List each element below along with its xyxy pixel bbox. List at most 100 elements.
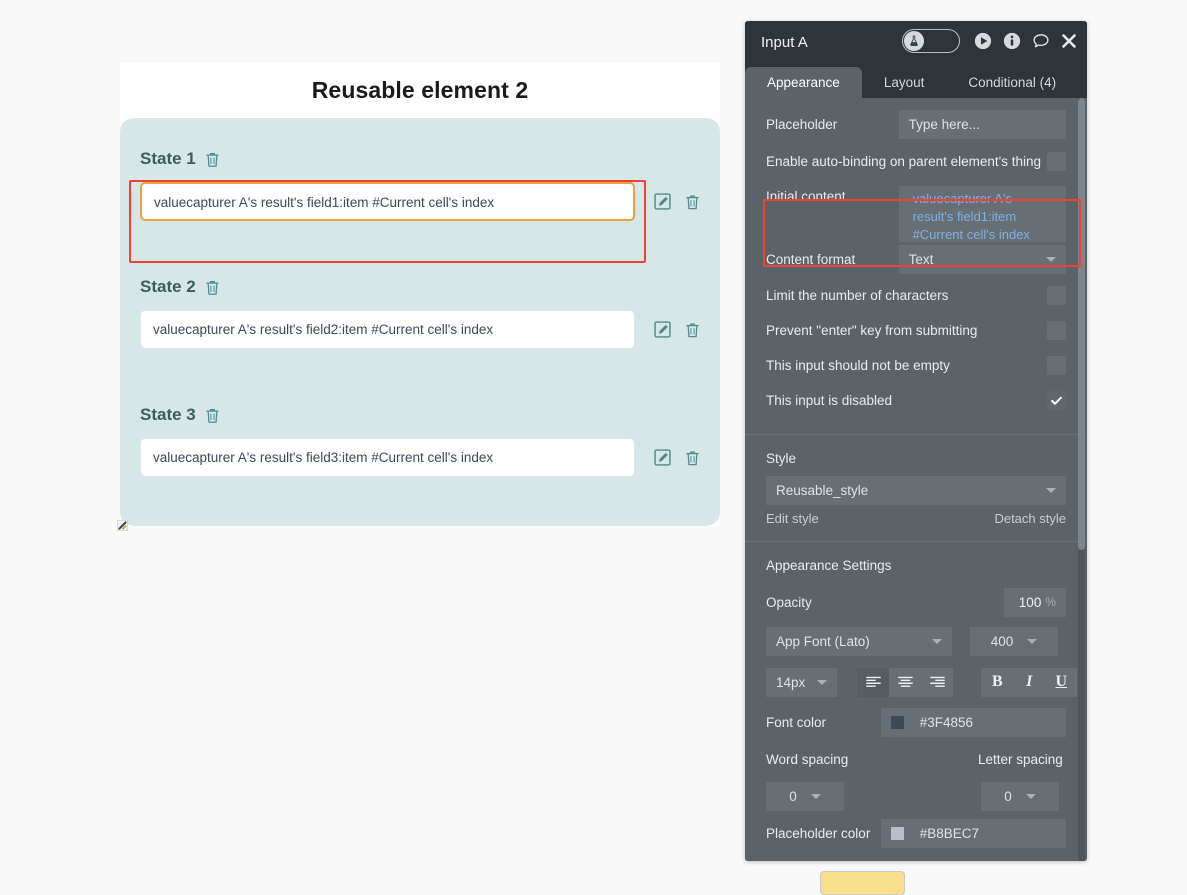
edit-pencil-icon[interactable] xyxy=(654,321,671,338)
tab-appearance[interactable]: Appearance xyxy=(745,67,862,98)
edit-pencil-icon[interactable] xyxy=(654,193,671,210)
row-style-actions: Edit style Detach style xyxy=(745,505,1087,531)
prevent-enter-label: Prevent "enter" key from submitting xyxy=(766,323,978,338)
not-empty-checkbox[interactable] xyxy=(1047,356,1066,375)
trash-icon[interactable] xyxy=(205,407,220,424)
align-left-icon[interactable] xyxy=(857,667,890,697)
info-icon[interactable] xyxy=(1003,32,1021,50)
placeholder-color-input[interactable]: #B8BEC7 xyxy=(880,818,1066,848)
content-format-dropdown[interactable]: Text xyxy=(898,244,1066,274)
limit-chars-checkbox[interactable] xyxy=(1047,286,1066,305)
font-color-input[interactable]: #3F4856 xyxy=(880,707,1066,737)
chevron-down-icon xyxy=(1046,487,1056,493)
row-appearance-heading: Appearance Settings xyxy=(745,546,1087,584)
tab-conditional[interactable]: Conditional (4) xyxy=(946,67,1078,98)
word-spacing-dropdown[interactable]: 0 xyxy=(766,781,844,811)
page-title: Reusable element 2 xyxy=(311,77,529,103)
close-icon[interactable] xyxy=(1061,33,1077,49)
opacity-value: 100 xyxy=(1018,594,1042,610)
state-text-input-1[interactable]: valuecapturer A's result's field1:item #… xyxy=(140,182,635,221)
notification-toast xyxy=(820,871,905,895)
style-value: Reusable_style xyxy=(776,482,869,498)
row-actions-2 xyxy=(654,321,700,339)
row-initial-content: Initial content valuecapturer A's result… xyxy=(745,178,1087,242)
letter-spacing-label: Letter spacing xyxy=(978,751,1063,767)
disabled-label: This input is disabled xyxy=(766,393,893,408)
initial-content-expression[interactable]: valuecapturer A's result's field1:item #… xyxy=(898,186,1066,242)
state-row-2: valuecapturer A's result's field2:item #… xyxy=(140,310,700,349)
prevent-enter-checkbox[interactable] xyxy=(1047,321,1066,340)
tab-layout[interactable]: Layout xyxy=(862,67,947,98)
disabled-checkbox[interactable] xyxy=(1047,391,1066,410)
placeholder-color-label: Placeholder color xyxy=(766,825,871,841)
limit-chars-label: Limit the number of characters xyxy=(766,288,949,303)
align-center-icon[interactable] xyxy=(889,668,921,697)
state-block-2: State 2 valuecapturer A's result's field… xyxy=(140,276,700,349)
edit-style-link[interactable]: Edit style xyxy=(766,511,819,526)
edit-pencil-icon[interactable] xyxy=(654,449,671,466)
text-style-group: B I U xyxy=(981,667,1078,697)
chevron-down-icon xyxy=(810,793,821,799)
row-spacing-inputs: 0 0 xyxy=(745,776,1087,816)
row-font-color: Font color #3F4856 xyxy=(745,702,1087,742)
letter-spacing-dropdown[interactable]: 0 xyxy=(981,781,1059,811)
row-content-format: Content format Text xyxy=(745,240,1087,278)
toggle-knob xyxy=(904,31,924,51)
row-autobinding: Enable auto-binding on parent element's … xyxy=(745,144,1087,178)
comment-icon[interactable] xyxy=(1032,32,1050,50)
row-prevent-enter: Prevent "enter" key from submitting xyxy=(745,313,1087,348)
row-style-heading: Style xyxy=(745,441,1087,475)
font-weight-dropdown[interactable]: 400 xyxy=(970,626,1058,656)
row-disabled: This input is disabled xyxy=(745,383,1087,418)
trash-icon[interactable] xyxy=(205,151,220,168)
state-text-input-3[interactable]: valuecapturer A's result's field3:item #… xyxy=(140,438,635,477)
flask-toggle-icon[interactable] xyxy=(902,29,960,53)
font-size-dropdown[interactable]: 14px xyxy=(766,667,838,697)
font-color-label: Font color xyxy=(766,714,827,730)
style-heading: Style xyxy=(766,450,797,466)
style-dropdown[interactable]: Reusable_style xyxy=(766,475,1066,505)
state-label-1: State 1 xyxy=(140,148,700,170)
font-color-swatch xyxy=(890,715,904,729)
panel-title: Input A xyxy=(761,34,808,51)
italic-button[interactable]: I xyxy=(1013,668,1045,697)
placeholder-color-swatch xyxy=(890,826,904,840)
placeholder-color-value: #B8BEC7 xyxy=(919,825,980,841)
state-row-1: valuecapturer A's result's field1:item #… xyxy=(140,182,700,221)
word-spacing-value: 0 xyxy=(789,788,797,804)
state-label-text-1: State 1 xyxy=(140,149,196,168)
content-format-label: Content format xyxy=(766,251,856,267)
align-right-icon[interactable] xyxy=(921,668,953,697)
font-color-value: #3F4856 xyxy=(919,714,974,730)
resize-handle-icon[interactable] xyxy=(116,518,129,532)
letter-spacing-value: 0 xyxy=(1004,788,1012,804)
placeholder-input[interactable]: Type here... xyxy=(898,109,1066,139)
bold-button[interactable]: B xyxy=(981,668,1013,697)
chevron-down-icon xyxy=(932,638,942,644)
panel-tabs: Appearance Layout Conditional (4) xyxy=(745,67,1087,98)
chevron-down-icon xyxy=(1025,793,1036,799)
chevron-down-icon xyxy=(1027,638,1038,644)
font-family-dropdown[interactable]: App Font (Lato) xyxy=(766,626,952,656)
chevron-down-icon xyxy=(817,679,828,685)
trash-icon[interactable] xyxy=(205,279,220,296)
trash-icon[interactable] xyxy=(685,193,700,211)
state-label-text-3: State 3 xyxy=(140,405,196,424)
reusable-element-card: Reusable element 2 State 1 valuecapturer… xyxy=(120,63,720,526)
opacity-input[interactable]: 100 % xyxy=(1004,587,1066,617)
state-block-1: State 1 valuecapturer A's result's field… xyxy=(140,148,700,221)
play-icon[interactable] xyxy=(974,32,992,50)
trash-icon[interactable] xyxy=(685,449,700,467)
detach-style-link[interactable]: Detach style xyxy=(994,511,1066,526)
chevron-down-icon xyxy=(1046,256,1056,262)
autobinding-checkbox[interactable] xyxy=(1047,151,1066,171)
panel-scrollbar-thumb[interactable] xyxy=(1078,98,1085,550)
not-empty-label: This input should not be empty xyxy=(766,358,950,373)
state-text-input-2[interactable]: valuecapturer A's result's field2:item #… xyxy=(140,310,635,349)
state-label-text-2: State 2 xyxy=(140,277,196,296)
row-limit-chars: Limit the number of characters xyxy=(745,278,1087,313)
trash-icon[interactable] xyxy=(685,321,700,339)
appearance-settings-heading: Appearance Settings xyxy=(766,557,892,573)
underline-button[interactable]: U xyxy=(1045,668,1077,697)
states-group-container[interactable]: State 1 valuecapturer A's result's field… xyxy=(120,118,720,526)
